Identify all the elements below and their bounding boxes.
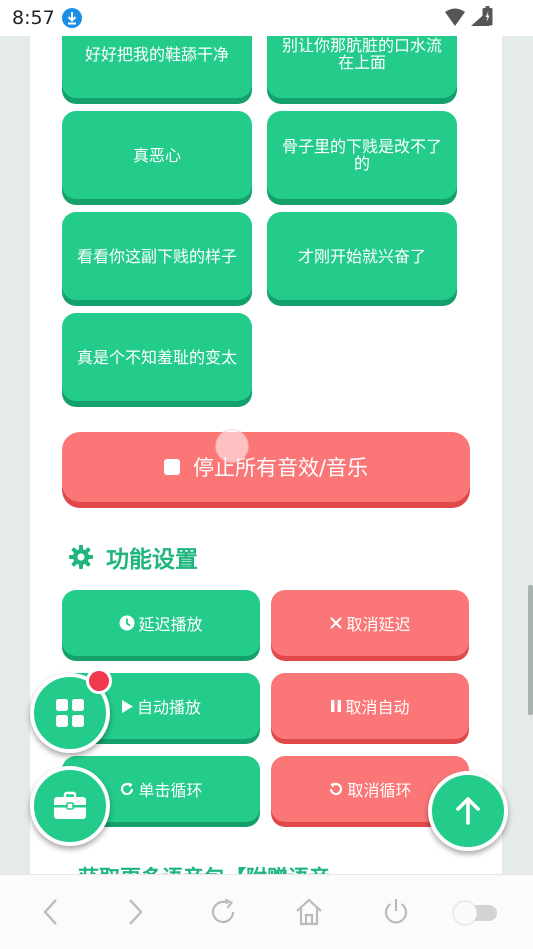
pause-icon bbox=[330, 699, 342, 713]
play-icon bbox=[121, 699, 134, 714]
phrase-button[interactable]: 别让你那肮脏的口水流在上面 bbox=[267, 36, 457, 98]
phrase-button[interactable]: 真恶心 bbox=[62, 111, 252, 199]
scrollbar[interactable] bbox=[528, 585, 533, 715]
redo-icon bbox=[119, 781, 135, 797]
stop-icon bbox=[163, 459, 180, 475]
notification-dot bbox=[86, 668, 112, 694]
undo-icon bbox=[328, 781, 344, 797]
cancel-delay-button[interactable]: 取消延迟 bbox=[271, 590, 469, 656]
gear-icon bbox=[69, 545, 93, 569]
phrase-button[interactable]: 好好把我的鞋舔干净 bbox=[62, 36, 252, 98]
power-icon[interactable] bbox=[381, 897, 411, 927]
refresh-icon[interactable] bbox=[208, 897, 238, 927]
more-voice-packs-title: 获取更多语音包【附赠语音 bbox=[78, 862, 330, 874]
browser-nav-bar bbox=[0, 874, 533, 949]
stop-all-audio-button[interactable]: 停止所有音效/音乐 bbox=[62, 432, 470, 502]
delay-play-button[interactable]: 延迟播放 bbox=[62, 590, 260, 656]
battery-icon bbox=[482, 6, 493, 26]
phrase-button[interactable]: 骨子里的下贱是改不了的 bbox=[267, 111, 457, 199]
toolbox-fab[interactable] bbox=[30, 766, 110, 846]
cancel-auto-button[interactable]: 取消自动 bbox=[271, 673, 469, 739]
grid-icon bbox=[56, 699, 84, 727]
settings-section-title: 功能设置 bbox=[68, 540, 198, 574]
phrase-button[interactable]: 看看你这副下贱的样子 bbox=[62, 212, 252, 300]
toggle-switch[interactable] bbox=[451, 899, 499, 927]
clock-icon bbox=[119, 615, 135, 631]
scroll-top-fab[interactable] bbox=[428, 771, 508, 851]
content-area[interactable]: 好好把我的鞋舔干净 别让你那肮脏的口水流在上面 真恶心 骨子里的下贱是改不了的 … bbox=[30, 36, 502, 874]
home-icon[interactable] bbox=[294, 897, 324, 927]
phrase-button[interactable]: 真是个不知羞耻的变太 bbox=[62, 313, 252, 401]
back-icon[interactable] bbox=[40, 897, 62, 927]
status-time: 8:57 bbox=[12, 7, 55, 29]
download-icon bbox=[62, 8, 82, 28]
touch-ripple bbox=[215, 429, 249, 463]
forward-icon[interactable] bbox=[124, 897, 146, 927]
toolbox-icon bbox=[54, 791, 86, 819]
close-icon bbox=[329, 616, 343, 630]
status-bar: 8:57 bbox=[0, 0, 533, 36]
phrase-button[interactable]: 才刚开始就兴奋了 bbox=[267, 212, 457, 300]
arrow-up-icon bbox=[456, 797, 480, 825]
